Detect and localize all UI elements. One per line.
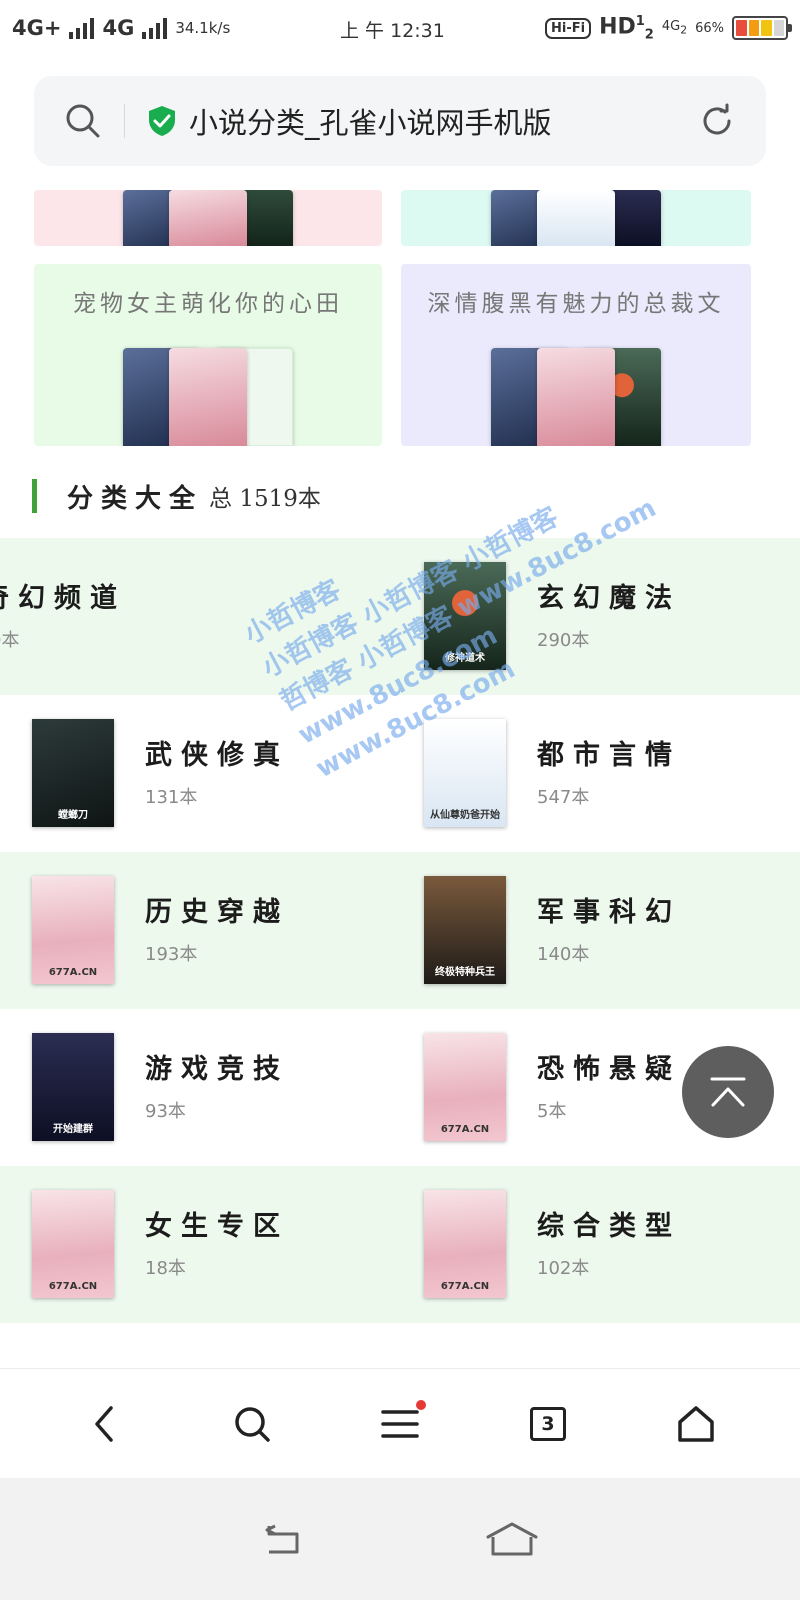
book-stack [491, 190, 661, 246]
network-indicator-small: 4G2 [661, 19, 688, 37]
status-right: Hi-Fi HD12 4G2 66% [544, 13, 792, 43]
home-button[interactable] [666, 1394, 726, 1454]
book-cover: 677A.CN [32, 1190, 114, 1298]
battery-percent: 66% [695, 20, 724, 36]
category-name: 都市言情 [537, 740, 681, 771]
book-cover: 终极特种兵王 [424, 876, 506, 984]
system-back-icon[interactable] [261, 1522, 305, 1556]
category-count: 193本 [145, 944, 198, 965]
feature-card-title: 深情腹黑有魅力的总裁文 [427, 291, 725, 317]
status-bar: 4G+ 4G 34.1k/s 上 午 12:31 Hi-Fi HD12 4G2 … [0, 0, 800, 56]
category-count: 547本 [537, 787, 590, 808]
book-stack [491, 346, 661, 446]
menu-icon [381, 1409, 419, 1438]
book-cover [169, 348, 247, 446]
reload-icon[interactable] [698, 102, 736, 140]
signal-icon [69, 17, 95, 39]
category-name: 女生专区 [145, 1211, 289, 1242]
category-count: 0本 [0, 630, 20, 651]
system-nav-bar [0, 1478, 800, 1600]
feature-card[interactable] [401, 190, 751, 246]
category-row: 开始建群 游戏竞技 93本 677A.CN 恐怖悬疑 5本 [0, 1009, 800, 1166]
category-row: 奇幻频道 0本 修神道术 玄幻魔法 290本 [0, 538, 800, 695]
menu-button[interactable] [370, 1394, 430, 1454]
book-cover: 从仙尊奶爸开始 [424, 719, 506, 827]
category-row: 677A.CN 历史穿越 193本 终极特种兵王 军事科幻 140本 [0, 852, 800, 1009]
section-heading: 分类大全 总 1519本 [32, 478, 321, 514]
shield-check-icon [149, 106, 175, 136]
browser-toolbar: 3 [0, 1368, 800, 1478]
address-divider [124, 104, 125, 138]
search-icon [235, 1406, 270, 1442]
category-name: 玄幻魔法 [537, 583, 681, 614]
category-item[interactable]: 从仙尊奶爸开始 都市言情 547本 [392, 695, 784, 852]
category-name: 游戏竞技 [145, 1054, 289, 1085]
tabs-icon: 3 [530, 1406, 566, 1441]
category-name: 历史穿越 [145, 897, 289, 928]
category-count: 18本 [145, 1258, 186, 1279]
address-bar[interactable]: 小说分类_孔雀小说网手机版 [34, 76, 766, 166]
status-left: 4G+ 4G 34.1k/s [12, 16, 230, 40]
section-accent-bar [32, 479, 37, 513]
category-grid: 奇幻频道 0本 修神道术 玄幻魔法 290本 螳螂刀 武侠修真 131本 从仙尊… [0, 538, 800, 1323]
section-title: 分类大全 [67, 483, 204, 514]
book-cover: 677A.CN [424, 1190, 506, 1298]
category-name: 综合类型 [537, 1211, 681, 1242]
category-row: 螳螂刀 武侠修真 131本 从仙尊奶爸开始 都市言情 547本 [0, 695, 800, 852]
category-name: 武侠修真 [145, 740, 289, 771]
book-cover [537, 348, 615, 446]
section-total-count: 总 1519本 [209, 486, 321, 512]
signal-icon [142, 17, 168, 39]
book-cover [537, 190, 615, 246]
tabs-button[interactable]: 3 [518, 1394, 578, 1454]
feature-card[interactable]: 深情腹黑有魅力的总裁文 [401, 264, 751, 446]
category-row: 677A.CN 女生专区 18本 677A.CN 综合类型 102本 [0, 1166, 800, 1323]
book-cover: 677A.CN [424, 1033, 506, 1141]
category-count: 131本 [145, 787, 198, 808]
book-stack [123, 346, 293, 446]
category-count: 290本 [537, 630, 590, 651]
page-title[interactable]: 小说分类_孔雀小说网手机版 [189, 100, 698, 142]
feature-card[interactable]: 宠物女主萌化你的心田 [34, 264, 382, 446]
feature-card[interactable] [34, 190, 382, 246]
category-item[interactable]: 开始建群 游戏竞技 93本 [0, 1009, 392, 1166]
category-item[interactable]: 奇幻频道 0本 [0, 538, 392, 695]
category-item[interactable]: 螳螂刀 武侠修真 131本 [0, 695, 392, 852]
book-cover: 677A.CN [32, 876, 114, 984]
book-cover: 螳螂刀 [32, 719, 114, 827]
network-type-1: 4G+ [12, 16, 62, 40]
category-item[interactable]: 677A.CN 女生专区 18本 [0, 1166, 392, 1323]
category-count: 93本 [145, 1101, 186, 1122]
category-count: 140本 [537, 944, 590, 965]
category-item[interactable]: 677A.CN 历史穿越 193本 [0, 852, 392, 1009]
back-icon [95, 1405, 113, 1442]
category-count: 102本 [537, 1258, 590, 1279]
system-home-icon[interactable] [485, 1521, 539, 1557]
category-name: 恐怖悬疑 [537, 1054, 681, 1085]
search-button[interactable] [222, 1394, 282, 1454]
category-item[interactable]: 终极特种兵王 军事科幻 140本 [392, 852, 784, 1009]
feature-card-title: 宠物女主萌化你的心田 [73, 291, 343, 317]
network-type-2: 4G [102, 16, 135, 40]
category-item[interactable]: 修神道术 玄幻魔法 290本 [392, 538, 784, 695]
book-cover: 开始建群 [32, 1033, 114, 1141]
home-icon [678, 1405, 714, 1442]
book-stack [123, 190, 293, 246]
hd-voice-indicator: HD12 [599, 13, 654, 43]
clock: 上 午 12:31 [340, 20, 445, 42]
notification-dot [416, 1399, 426, 1410]
back-button[interactable] [74, 1394, 134, 1454]
category-name: 军事科幻 [537, 897, 681, 928]
category-count: 5本 [537, 1101, 567, 1122]
book-cover [169, 190, 247, 246]
scroll-to-top-button[interactable] [682, 1046, 774, 1138]
book-cover: 修神道术 [424, 562, 506, 670]
hifi-badge: Hi-Fi [544, 17, 592, 39]
category-item[interactable]: 677A.CN 综合类型 102本 [392, 1166, 784, 1323]
arrow-up-icon [710, 1077, 746, 1107]
network-speed: 34.1k/s [175, 19, 231, 37]
search-icon[interactable] [64, 102, 102, 140]
battery-icon [732, 16, 792, 40]
category-name: 奇幻频道 [0, 583, 126, 614]
